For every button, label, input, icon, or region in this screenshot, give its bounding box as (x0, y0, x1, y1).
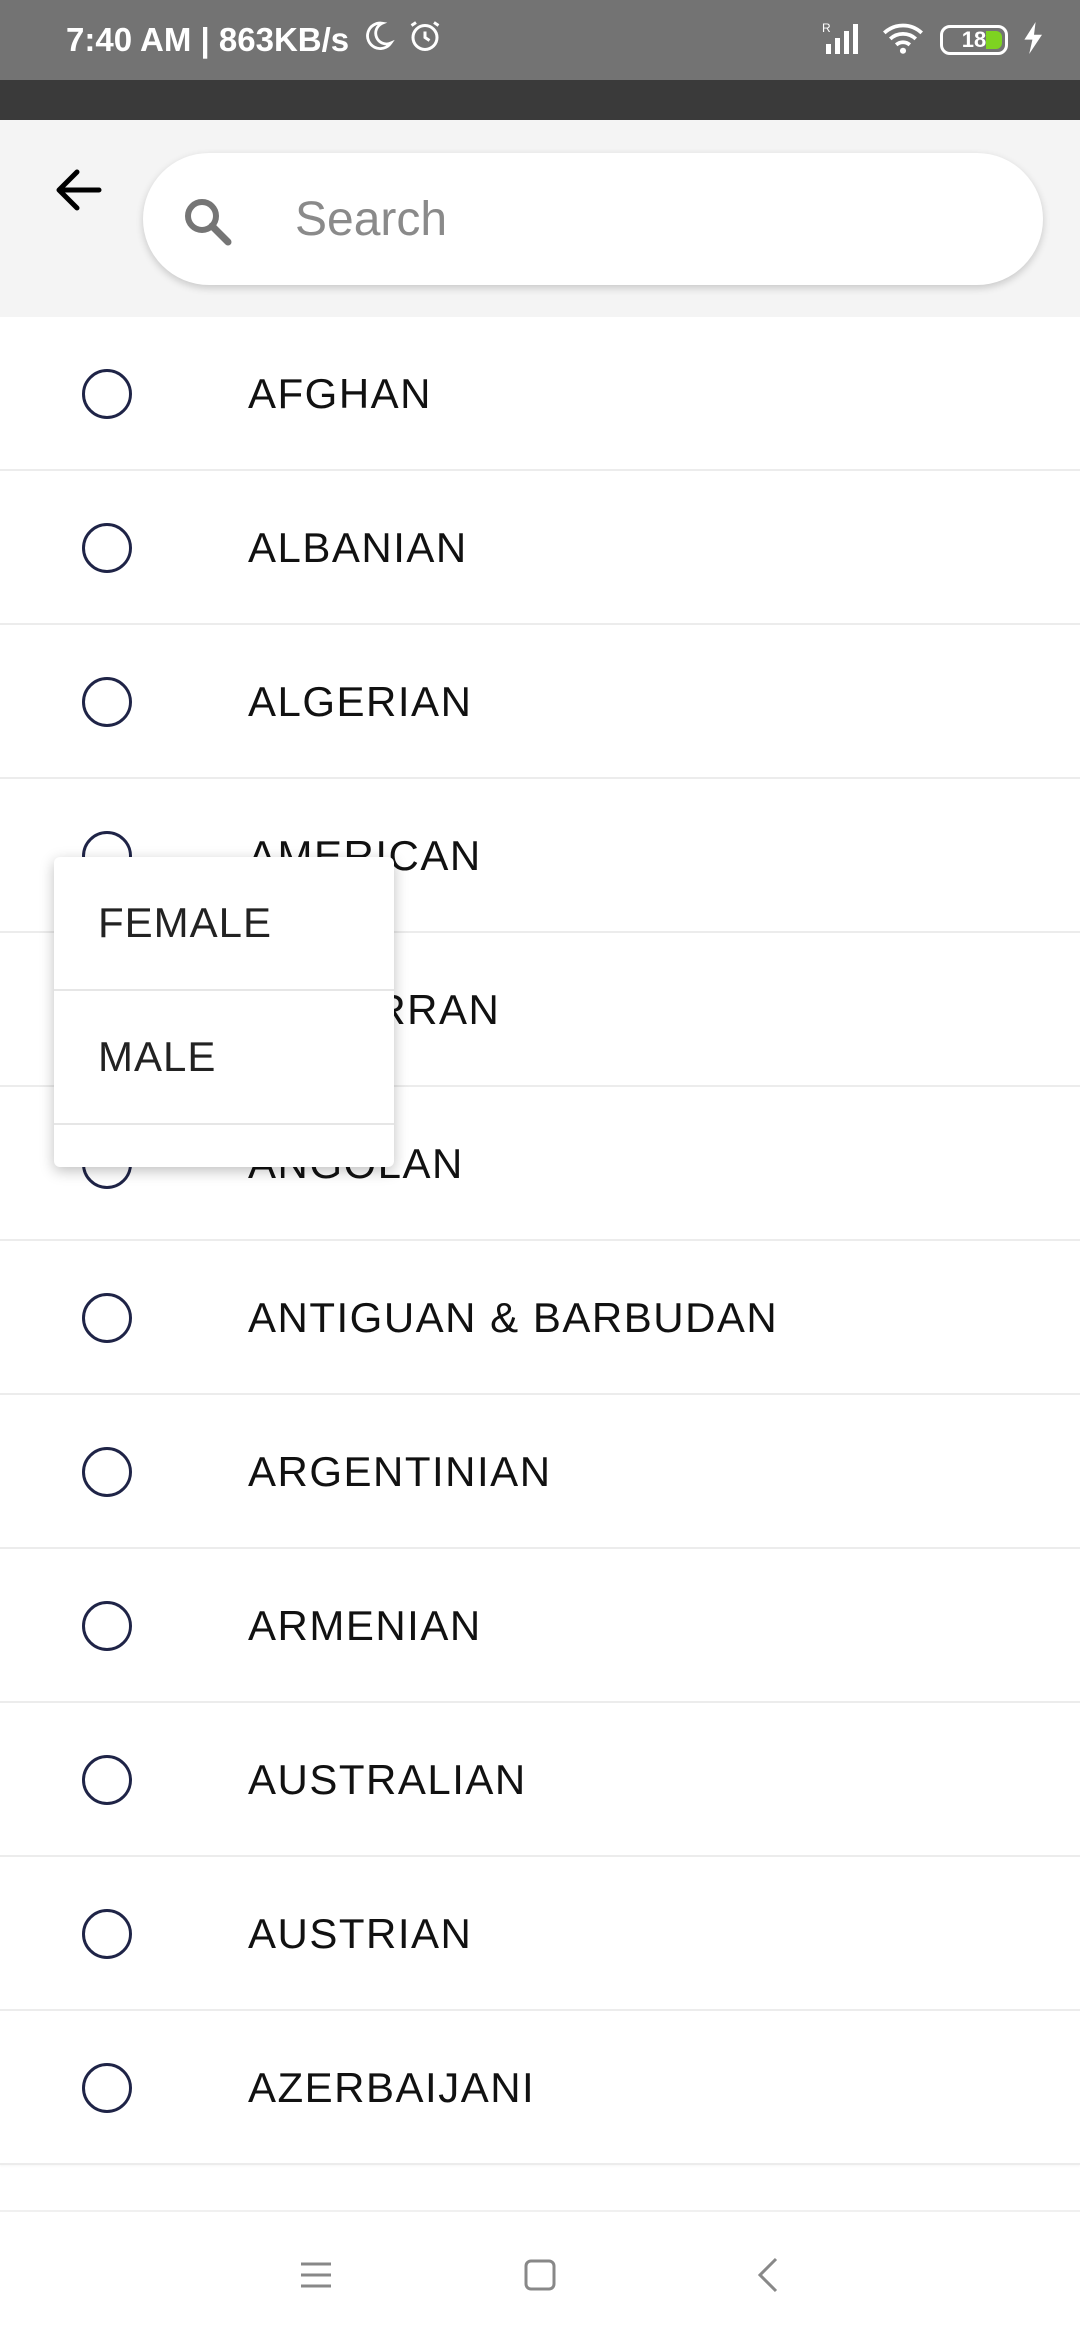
status-time-speed: 7:40 AM | 863KB/s (66, 21, 350, 58)
gender-dropdown-menu: FEMALE MALE (54, 857, 394, 1167)
charging-icon (1024, 21, 1044, 59)
menu-button[interactable] (281, 2242, 351, 2312)
menu-icon (299, 2260, 333, 2295)
list-item-label: ANTIGUAN & BARBUDAN (248, 1294, 779, 1341)
radio-button[interactable] (82, 523, 132, 573)
radio-button[interactable] (82, 1447, 132, 1497)
toolbar-strip (0, 80, 1080, 120)
list-item-label: ALGERIAN (248, 678, 473, 725)
arrow-left-icon (55, 168, 103, 217)
list-item[interactable]: ARGENTINIAN (0, 1395, 1080, 1549)
list-item-label: AUSTRIAN (248, 1910, 473, 1957)
radio-button[interactable] (82, 2063, 132, 2113)
back-icon (756, 2256, 780, 2299)
signal-icon: R (822, 20, 866, 61)
status-right: R 18 (822, 0, 1044, 80)
radio-button[interactable] (82, 1909, 132, 1959)
search-header (0, 120, 1080, 317)
alarm-icon (407, 18, 443, 62)
list-item[interactable]: AFGHAN (0, 317, 1080, 471)
list-item-label: AUSTRALIAN (248, 1756, 527, 1803)
system-nav-bar (0, 2210, 1080, 2340)
list-item[interactable]: AUSTRIAN (0, 1857, 1080, 2011)
radio-button[interactable] (82, 1601, 132, 1651)
search-box[interactable] (143, 153, 1043, 285)
home-icon (523, 2258, 557, 2297)
list-item-label: AZERBAIJANI (248, 2064, 536, 2111)
list-item-label: ARMENIAN (248, 1602, 482, 1649)
home-button[interactable] (505, 2242, 575, 2312)
list-item[interactable]: ARMENIAN (0, 1549, 1080, 1703)
list-item[interactable]: AZERBAIJANI (0, 2011, 1080, 2165)
list-item-label: ALBANIAN (248, 524, 468, 571)
battery-level-text: 18 (961, 27, 987, 52)
status-left: 7:40 AM | 863KB/s (66, 0, 443, 80)
radio-button[interactable] (82, 1293, 132, 1343)
nav-back-button[interactable] (733, 2242, 803, 2312)
battery-icon: 18 (940, 25, 1008, 55)
list-item[interactable]: AUSTRALIAN (0, 1703, 1080, 1857)
menu-item-male[interactable]: MALE (54, 991, 394, 1125)
radio-button[interactable] (82, 369, 132, 419)
back-button[interactable] (44, 157, 114, 227)
svg-text:R: R (822, 21, 831, 35)
list-item-label: AFGHAN (248, 370, 433, 417)
status-bar: 7:40 AM | 863KB/s R 18 (0, 0, 1080, 80)
list-item[interactable]: ALBANIAN (0, 471, 1080, 625)
radio-button[interactable] (82, 1755, 132, 1805)
moon-icon (361, 19, 395, 61)
search-icon (181, 195, 233, 247)
battery-fill (986, 31, 1002, 49)
wifi-icon (882, 21, 924, 60)
nationality-list: AFGHAN ALBANIAN ALGERIAN AMERICAN ANDORR… (0, 317, 1080, 2165)
list-item[interactable]: ALGERIAN (0, 625, 1080, 779)
list-item[interactable]: ANTIGUAN & BARBUDAN (0, 1241, 1080, 1395)
menu-item-female[interactable]: FEMALE (54, 857, 394, 991)
list-item-label: ARGENTINIAN (248, 1448, 552, 1495)
search-input[interactable] (295, 179, 995, 259)
radio-button[interactable] (82, 677, 132, 727)
